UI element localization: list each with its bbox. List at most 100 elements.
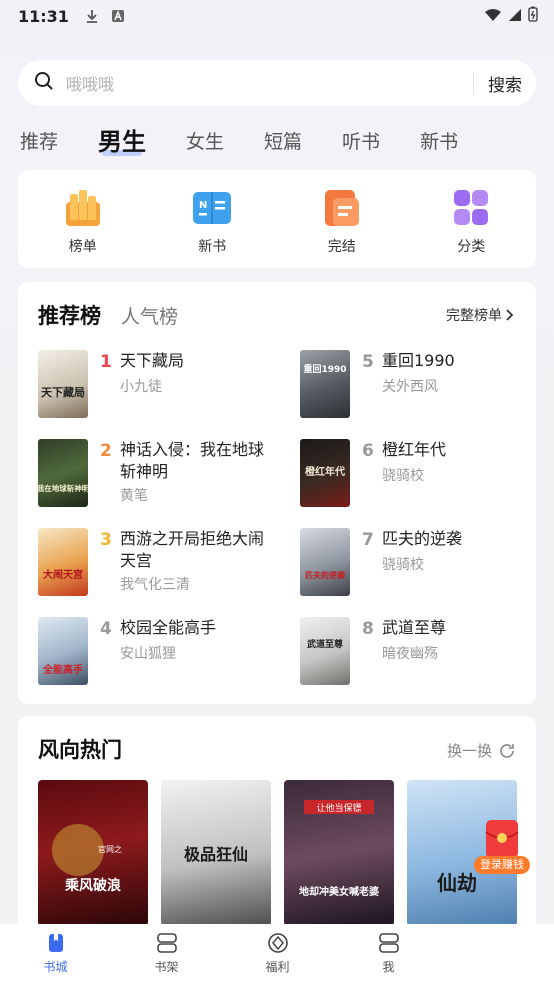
nav-bookshelf[interactable]: 书架 [111, 924, 222, 984]
refresh-label: 换一换 [446, 742, 492, 760]
hot-cover-title: 乘风破浪 [64, 877, 121, 894]
book-author: 黄笔 [120, 488, 148, 504]
nav-welfare-label: 福利 [265, 960, 290, 974]
cover-title: 橙红年代 [305, 465, 345, 478]
category-ranking-label: 榜单 [68, 239, 97, 255]
tab-recommend[interactable]: 推荐 [20, 122, 58, 162]
book-cover: 重回1990 [300, 350, 350, 418]
wifi-icon [484, 7, 502, 26]
ranking-item[interactable]: 天下藏局 1 天下藏局 小九徒 [38, 350, 278, 420]
bookshelf-icon [156, 933, 177, 953]
ranking-item[interactable]: 武道至尊 8 武道至尊 暗夜幽殇 [300, 617, 540, 687]
hot-book-cover[interactable]: 官网之 乘风破浪 [38, 780, 148, 926]
app-notification-icon [111, 9, 125, 23]
search-button[interactable]: 搜索 [488, 71, 522, 96]
nav-bookstore-label: 书城 [43, 960, 68, 974]
book-cover: 匹夫的逆袭 [300, 528, 350, 596]
book-title: 西游之开局拒绝大闹天宫 [120, 529, 265, 570]
nav-bookshelf-label: 书架 [154, 960, 179, 974]
cover-title: 重回1990 [303, 363, 346, 375]
book-title: 神话入侵：我在地球斩神明 [120, 440, 265, 481]
book-cover: 全能高手 [38, 617, 88, 685]
ranking-item[interactable]: 橙红年代 6 橙红年代 骁骑校 [300, 439, 540, 509]
hot-book-cover[interactable]: 极品狂仙 [161, 780, 271, 926]
nav-bookstore[interactable]: 书城 [0, 924, 111, 984]
rank-number: 5 [362, 352, 374, 372]
search-input[interactable]: 哦哦哦 [66, 71, 473, 95]
login-bonus-label: 登录赚钱 [474, 856, 530, 874]
finished-icon [324, 190, 359, 226]
chevron-right-icon [506, 309, 514, 321]
svg-text:N: N [199, 200, 207, 211]
book-title: 武道至尊 [382, 618, 447, 637]
book-title: 橙红年代 [382, 440, 447, 459]
signal-icon [508, 7, 522, 26]
category-ranking[interactable]: 榜单 [43, 188, 123, 268]
tab-female[interactable]: 女生 [186, 122, 224, 162]
hot-cover-badge: 让他当保镖 [316, 802, 361, 814]
nav-welfare[interactable]: 福利 [222, 924, 333, 984]
book-title: 天下藏局 [120, 351, 185, 370]
book-author: 暗夜幽殇 [382, 646, 438, 662]
hot-book-cover[interactable]: 让他当保镖 地却冲美女喊老婆 [284, 780, 394, 926]
category-new-book[interactable]: N 新书 [172, 188, 252, 268]
book-author: 安山狐狸 [120, 646, 176, 662]
book-author: 骁骑校 [382, 557, 424, 573]
ranking-icon [65, 190, 100, 226]
hot-cover-title: 仙劫 [437, 871, 477, 895]
ranking-item[interactable]: 全能高手 4 校园全能高手 安山狐狸 [38, 617, 278, 687]
book-title: 匹夫的逆袭 [382, 529, 463, 548]
hot-section-title: 风向热门 [38, 738, 122, 762]
cover-title: 大闹天宫 [43, 568, 83, 581]
book-author: 小九徒 [120, 379, 162, 395]
book-cover: 武道至尊 [300, 617, 350, 685]
download-icon [85, 9, 99, 23]
welfare-icon [267, 933, 288, 953]
tab-new-book[interactable]: 新书 [420, 122, 458, 162]
mine-icon [378, 933, 399, 953]
search-bar[interactable]: 哦哦哦 搜索 [18, 60, 536, 106]
status-time: 11:31 [18, 6, 69, 26]
rank-number: 6 [362, 441, 374, 461]
nav-mine[interactable]: 我 [333, 924, 444, 984]
tab-short[interactable]: 短篇 [264, 122, 302, 162]
ranking-card: 推荐榜 人气榜 完整榜单 天下藏局 1 天下藏局 小九徒 我在地球斩神明 2 神… [18, 282, 536, 704]
hot-card: 风向热门 换一换 官网之 乘风破浪 极品狂仙 让他当保镖 地却冲美女喊老婆 仙劫 [18, 716, 536, 946]
category-icon [454, 190, 489, 225]
bottom-nav: 书城 书架 福利 我 [0, 924, 554, 984]
ranking-item[interactable]: 我在地球斩神明 2 神话入侵：我在地球斩神明 黄笔 [38, 439, 278, 509]
book-cover: 天下藏局 [38, 350, 88, 418]
hot-cover-title: 极品狂仙 [184, 845, 248, 864]
cover-title: 武道至尊 [307, 638, 343, 650]
category-finished[interactable]: 完结 [302, 188, 382, 268]
battery-icon [528, 6, 538, 26]
hot-cover-badge: 官网之 [98, 844, 122, 854]
cover-title: 我在地球斩神明 [38, 483, 88, 493]
ranking-item[interactable]: 匹夫的逆袭 7 匹夫的逆袭 骁骑校 [300, 528, 540, 598]
hot-cover-title: 地却冲美女喊老婆 [299, 885, 379, 898]
search-divider [473, 72, 474, 94]
book-cover: 橙红年代 [300, 439, 350, 507]
category-classify-label: 分类 [457, 239, 486, 255]
bookstore-icon [48, 934, 63, 952]
channel-tabs: 推荐 男生 女生 短篇 听书 新书 [20, 118, 540, 162]
ranking-item[interactable]: 重回1990 5 重回1990 关外西风 [300, 350, 540, 420]
book-cover: 大闹天宫 [38, 528, 88, 596]
tab-popular-ranking[interactable]: 人气榜 [121, 302, 178, 329]
book-author: 关外西风 [382, 379, 438, 395]
nav-mine-label: 我 [382, 960, 395, 974]
ranking-item[interactable]: 大闹天宫 3 西游之开局拒绝大闹天宫 我气化三清 [38, 528, 278, 598]
search-icon [34, 71, 54, 95]
category-classify[interactable]: 分类 [431, 188, 511, 268]
cover-title: 天下藏局 [41, 385, 85, 399]
full-ranking-link[interactable]: 完整榜单 [446, 305, 516, 325]
tab-recommend-ranking[interactable]: 推荐榜 [38, 300, 101, 330]
cover-title: 匹夫的逆袭 [305, 570, 346, 580]
rank-number: 7 [362, 530, 374, 550]
tab-male[interactable]: 男生 [98, 122, 146, 162]
tab-audiobook[interactable]: 听书 [342, 122, 380, 162]
full-ranking-label: 完整榜单 [446, 308, 502, 324]
login-bonus-badge[interactable]: 登录赚钱 [474, 818, 534, 878]
book-author: 骁骑校 [382, 468, 424, 484]
refresh-button[interactable]: 换一换 [447, 740, 516, 761]
